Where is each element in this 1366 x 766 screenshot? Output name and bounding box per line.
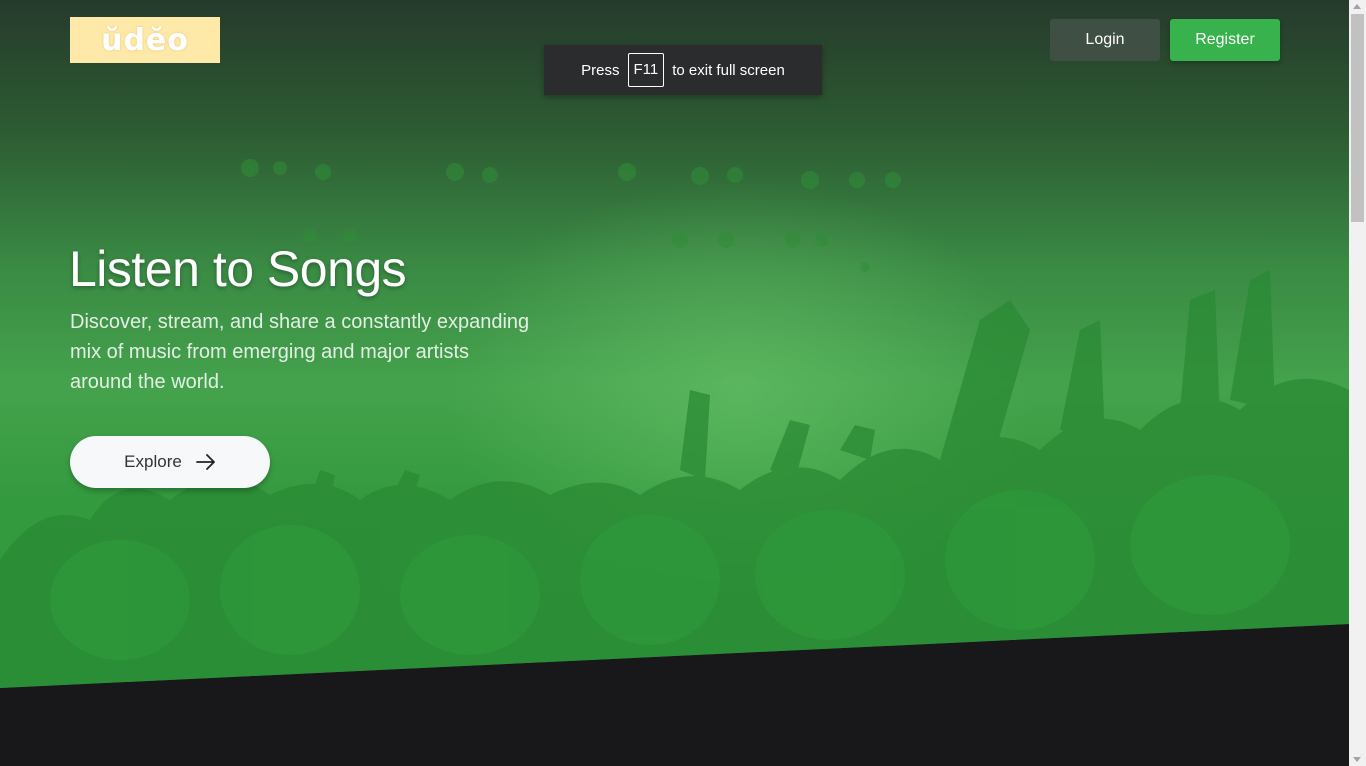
explore-button-label: Explore bbox=[124, 452, 182, 471]
scroll-down-arrow-icon[interactable] bbox=[1353, 757, 1361, 762]
arrow-right-icon bbox=[195, 454, 215, 470]
page-viewport: ŭdĕo Login Register Press F11 to exit fu… bbox=[0, 0, 1349, 766]
fullscreen-notice-suffix: to exit full screen bbox=[672, 61, 785, 79]
login-button[interactable]: Login bbox=[1050, 19, 1160, 61]
logo-text: ŭdĕo bbox=[101, 22, 189, 58]
scroll-up-arrow-icon[interactable] bbox=[1353, 4, 1361, 9]
fullscreen-key-badge: F11 bbox=[627, 53, 665, 87]
fullscreen-exit-notice: Press F11 to exit full screen bbox=[544, 45, 822, 95]
register-button[interactable]: Register bbox=[1170, 19, 1280, 61]
logo[interactable]: ŭdĕo bbox=[70, 17, 220, 63]
fullscreen-notice-prefix: Press bbox=[581, 61, 620, 79]
scrollbar-thumb[interactable] bbox=[1351, 14, 1364, 222]
vertical-scrollbar[interactable] bbox=[1349, 0, 1366, 766]
explore-button[interactable]: Explore bbox=[70, 436, 270, 488]
hero-subtitle: Discover, stream, and share a constantly… bbox=[70, 311, 530, 393]
hero-title: Listen to Songs bbox=[69, 241, 407, 297]
